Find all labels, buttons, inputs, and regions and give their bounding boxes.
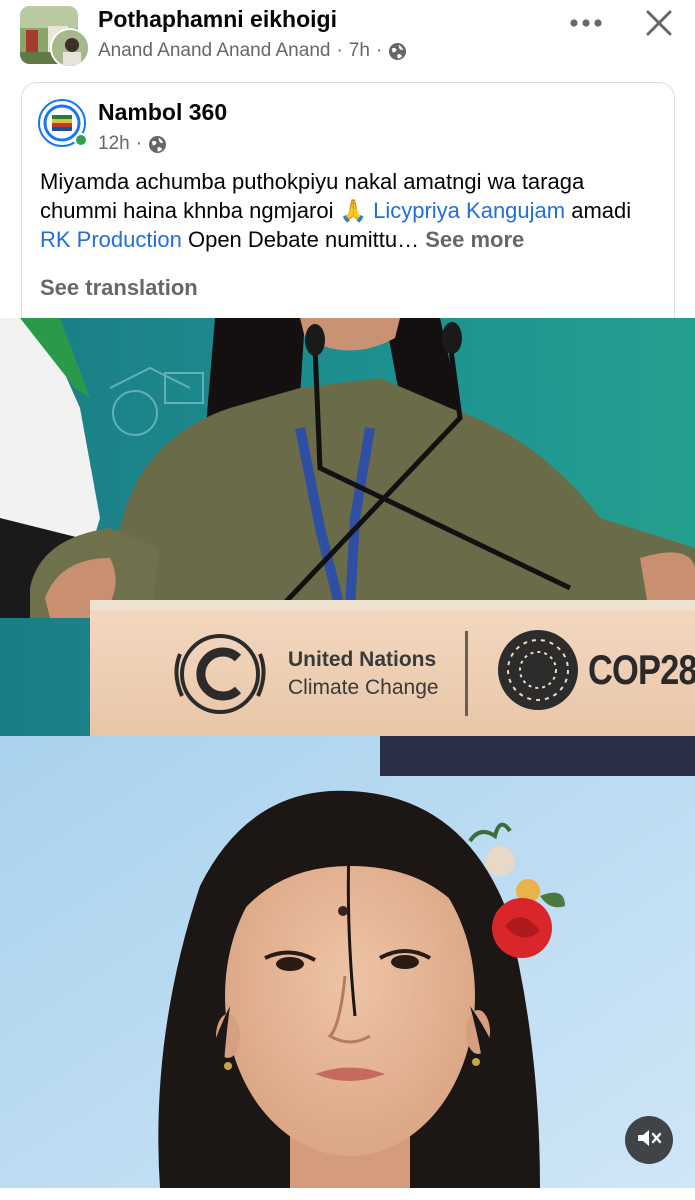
author-name[interactable]: Anand Anand Anand Anand [98,40,330,62]
mute-toggle-button[interactable] [625,1116,673,1164]
bottom-divider [0,1188,695,1200]
close-button[interactable] [638,4,680,46]
see-translation-link[interactable]: See translation [40,275,198,301]
post-text-part: Open Debate numittu… [181,227,426,252]
speaker-muted-icon [636,1127,662,1154]
shared-post-time[interactable]: 12h [98,133,130,155]
group-name[interactable]: Pothaphamni eikhoigi [98,6,337,33]
post-header: Pothaphamni eikhoigi Anand Anand Anand A… [0,0,695,80]
shared-post-meta: 12h · [98,133,167,155]
post-meta: Anand Anand Anand Anand · 7h · [98,40,407,62]
mention-link[interactable]: RK Production [40,227,182,252]
more-options-button[interactable] [566,4,606,44]
podium-text-line1: United Nations [288,648,437,671]
post-photo-portrait[interactable] [0,736,695,1188]
podium-text-line2: Climate Change [288,676,439,699]
separator-dot: · [135,133,143,154]
separator-dot: · [336,40,343,61]
separator-dot: · [375,40,383,61]
group-avatar[interactable] [20,6,92,68]
post-body-text: Miyamda achumba puthokpiyu nakal amatngi… [40,167,665,254]
online-status-dot [74,133,88,147]
podium-event-text: COP28U [588,646,695,693]
globe-icon [148,135,167,154]
cop28-globe-logo [498,630,578,710]
mention-link[interactable]: Licypriya Kangujam [373,198,565,223]
post-time[interactable]: 7h [349,40,370,62]
more-horizontal-icon [569,15,603,33]
close-icon [646,10,672,41]
globe-icon [388,42,407,61]
post-photo-podium[interactable]: United Nations Climate Change COP28U [0,318,695,736]
see-more-link[interactable]: See more [425,227,524,252]
author-avatar[interactable] [50,28,90,68]
post-text-part: amadi [565,198,632,223]
page-name[interactable]: Nambol 360 [98,99,227,126]
